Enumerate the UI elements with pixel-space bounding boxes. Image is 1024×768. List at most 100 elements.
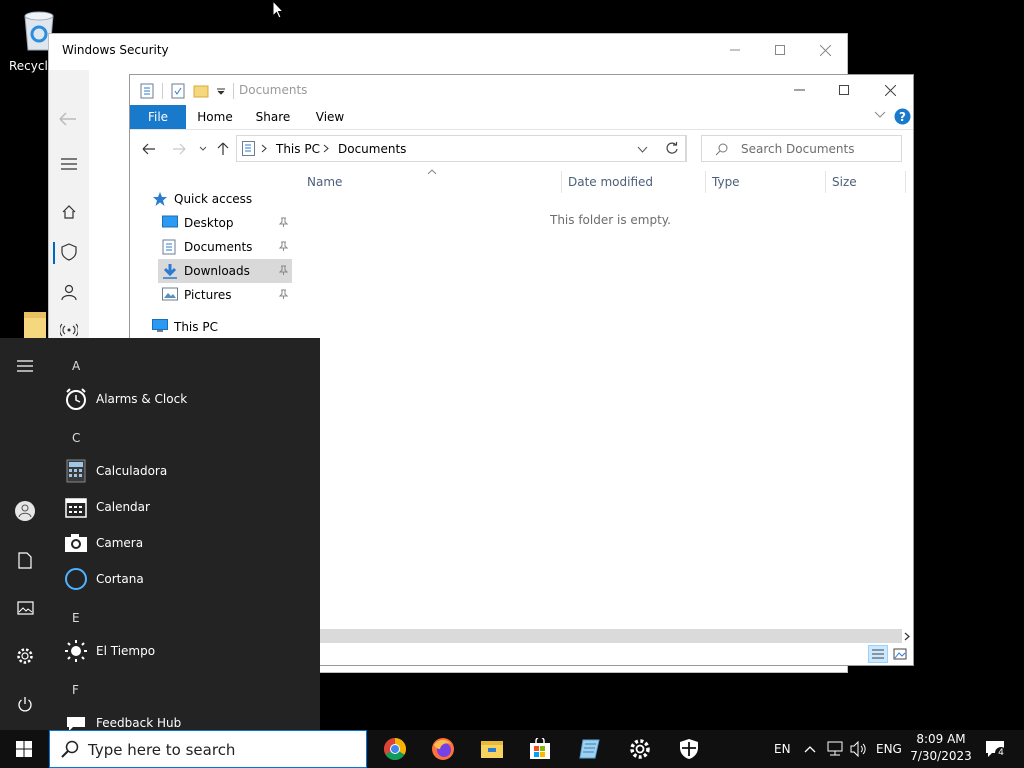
shield-icon[interactable]: [59, 242, 79, 262]
minimize-button[interactable]: [784, 79, 814, 101]
action-center-button[interactable]: 4: [983, 730, 1007, 768]
network-icon[interactable]: [826, 730, 844, 768]
group-letter-a[interactable]: A: [72, 359, 80, 373]
nav-label: Quick access: [174, 192, 253, 206]
app-label: Feedback Hub: [96, 716, 182, 730]
chrome-icon[interactable]: [372, 730, 418, 768]
close-button[interactable]: [875, 79, 905, 101]
properties-icon[interactable]: [140, 83, 154, 99]
horizontal-scrollbar[interactable]: [320, 629, 902, 643]
group-letter-e[interactable]: E: [72, 611, 80, 625]
calculator-icon: [64, 459, 88, 483]
pin-icon[interactable]: [278, 241, 288, 251]
expand-ribbon-chevron-icon[interactable]: [874, 111, 886, 119]
wireless-icon[interactable]: [59, 320, 79, 340]
nav-item-pictures[interactable]: Pictures: [158, 283, 292, 307]
user-avatar-icon[interactable]: [14, 500, 36, 522]
person-icon[interactable]: [59, 282, 79, 302]
mouse-cursor-icon: [272, 0, 284, 19]
column-divider[interactable]: [705, 171, 706, 193]
new-folder-icon[interactable]: [193, 84, 209, 98]
clock-date: 7/30/2023: [910, 749, 972, 763]
pin-icon[interactable]: [278, 289, 288, 299]
volume-icon[interactable]: [850, 730, 868, 768]
taskbar: Type here to search EN ENG 8:09 AM 7/30/…: [0, 730, 1024, 768]
checkbox-doc-icon[interactable]: [171, 83, 185, 99]
tab-home[interactable]: Home: [190, 105, 240, 129]
hamburger-menu-icon[interactable]: [14, 355, 36, 377]
nav-quick-access[interactable]: Quick access: [152, 187, 252, 211]
group-letter-f[interactable]: F: [72, 683, 79, 697]
breadcrumb-documents[interactable]: Documents: [338, 142, 406, 156]
nav-this-pc[interactable]: This PC: [152, 315, 218, 339]
windows-security-icon[interactable]: [666, 730, 712, 768]
close-button[interactable]: [813, 40, 837, 60]
minimize-button[interactable]: [723, 40, 747, 60]
app-label: Camera: [96, 536, 144, 550]
column-header-date-modified[interactable]: Date modified: [568, 175, 653, 189]
quick-access-toolbar: [140, 81, 234, 101]
settings-gear-icon[interactable]: [14, 645, 36, 667]
show-hidden-icons-chevron-icon[interactable]: [804, 730, 816, 768]
start-button[interactable]: [0, 730, 48, 768]
nav-label: This PC: [174, 320, 218, 334]
back-arrow-icon[interactable]: [59, 112, 77, 126]
search-icon: [61, 740, 79, 758]
large-icons-view-button[interactable]: [890, 645, 910, 663]
group-letter-c[interactable]: C: [72, 431, 80, 445]
pin-icon[interactable]: [278, 217, 288, 227]
firefox-icon[interactable]: [420, 730, 466, 768]
address-bar[interactable]: This PC Documents: [236, 135, 686, 162]
power-icon[interactable]: [14, 693, 36, 715]
address-dropdown-chevron-icon[interactable]: [637, 146, 648, 153]
documents-icon[interactable]: [14, 549, 36, 571]
customize-toolbar-chevron-icon[interactable]: [217, 87, 225, 95]
taskbar-search-box[interactable]: Type here to search: [49, 730, 367, 768]
app-cortana[interactable]: Cortana: [64, 565, 144, 593]
app-camera[interactable]: Camera: [64, 529, 143, 557]
system-clock[interactable]: 8:09 AM 7/30/2023: [904, 731, 978, 765]
windows-logo-icon: [16, 741, 32, 757]
recent-locations-chevron-icon[interactable]: [195, 141, 211, 157]
pin-icon[interactable]: [278, 265, 288, 275]
column-divider[interactable]: [561, 171, 562, 193]
column-header-name[interactable]: Name: [307, 175, 342, 189]
breadcrumb-this-pc[interactable]: This PC: [276, 142, 320, 156]
tab-share[interactable]: Share: [248, 105, 298, 129]
app-el-tiempo[interactable]: El Tiempo: [64, 637, 155, 665]
nav-item-downloads[interactable]: Downloads: [158, 259, 292, 283]
column-header-type[interactable]: Type: [712, 175, 740, 189]
app-alarms-clock[interactable]: Alarms & Clock: [64, 385, 187, 413]
notepad-icon[interactable]: [567, 730, 613, 768]
desktop-folder-icon[interactable]: [22, 310, 48, 340]
refresh-button[interactable]: [657, 135, 687, 162]
breadcrumb-separator-icon: [323, 144, 329, 153]
store-icon[interactable]: [517, 730, 563, 768]
column-divider[interactable]: [905, 171, 906, 193]
app-calculadora[interactable]: Calculadora: [64, 457, 167, 485]
forward-arrow-icon[interactable]: [171, 141, 187, 157]
home-icon[interactable]: [59, 202, 79, 222]
input-language-short[interactable]: EN: [774, 730, 791, 768]
tab-view[interactable]: View: [305, 105, 355, 129]
column-divider[interactable]: [825, 171, 826, 193]
search-box[interactable]: Search Documents: [701, 135, 902, 162]
pictures-icon[interactable]: [14, 597, 36, 619]
nav-item-desktop[interactable]: Desktop: [158, 211, 292, 235]
up-arrow-icon[interactable]: [215, 141, 231, 157]
input-language[interactable]: ENG: [876, 730, 902, 768]
app-calendar[interactable]: Calendar: [64, 493, 150, 521]
help-icon[interactable]: ?: [894, 108, 911, 125]
maximize-button[interactable]: [829, 79, 859, 101]
column-header-size[interactable]: Size: [832, 175, 857, 189]
tab-file[interactable]: File: [130, 105, 186, 129]
file-explorer-icon[interactable]: [469, 730, 515, 768]
back-arrow-icon[interactable]: [141, 141, 157, 157]
settings-icon[interactable]: [617, 730, 663, 768]
scroll-right-arrow-icon[interactable]: [902, 629, 912, 643]
hamburger-menu-icon[interactable]: [59, 154, 79, 174]
nav-item-documents[interactable]: Documents: [158, 235, 292, 259]
app-label: Calendar: [96, 500, 150, 514]
details-view-button[interactable]: [868, 645, 888, 663]
maximize-button[interactable]: [768, 40, 792, 60]
